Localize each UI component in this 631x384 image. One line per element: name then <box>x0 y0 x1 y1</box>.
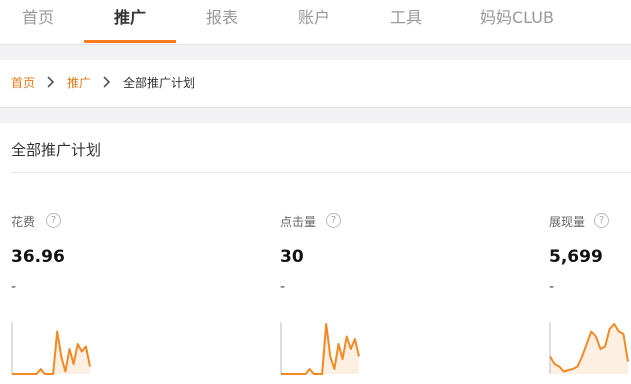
tab-mama-club[interactable]: 妈妈CLUB <box>472 0 562 44</box>
breadcrumb-home-link[interactable]: 首页 <box>11 75 35 91</box>
tab-promotion[interactable]: 推广 <box>84 0 176 44</box>
chevron-right-icon <box>47 76 54 88</box>
tab-reports[interactable]: 报表 <box>194 0 250 44</box>
breadcrumb-promotion-link[interactable]: 推广 <box>67 75 91 91</box>
metric-label: 展现量 <box>549 215 586 229</box>
divider <box>11 172 631 173</box>
chevron-right-icon <box>103 76 110 88</box>
tab-home[interactable]: 首页 <box>10 0 66 44</box>
breadcrumb-current: 全部推广计划 <box>123 76 196 90</box>
help-icon[interactable]: ? <box>326 213 341 228</box>
help-icon[interactable]: ? <box>46 213 61 228</box>
metric-value: 30 <box>280 247 304 267</box>
metric-delta: - <box>549 279 555 295</box>
metric-value: 36.96 <box>11 247 65 267</box>
sparkline-area <box>550 324 628 374</box>
tab-account[interactable]: 账户 <box>286 0 342 44</box>
metric-label: 花费 <box>11 215 36 229</box>
breadcrumb: 首页 推广 全部推广计划 <box>0 60 631 108</box>
sparkline-clicks <box>280 322 360 375</box>
page-title: 全部推广计划 <box>11 141 102 159</box>
tab-tools[interactable]: 工具 <box>378 0 434 44</box>
help-icon[interactable]: ? <box>594 213 609 228</box>
active-tab-indicator <box>84 40 176 43</box>
metric-label: 点击量 <box>280 215 317 229</box>
sparkline-area <box>281 324 359 374</box>
sparkline-impressions <box>549 322 629 374</box>
sparkline-cost <box>11 322 91 375</box>
sparkline-area <box>12 331 90 374</box>
top-nav: 首页 推广 报表 账户 工具 妈妈CLUB <box>0 0 631 45</box>
main-panel: 全部推广计划 花费 ? 36.96 - 点击量 ? 30 - 展现量 ? 5,6… <box>0 123 631 384</box>
metric-delta: - <box>11 279 17 295</box>
metric-value: 5,699 <box>549 247 603 267</box>
metric-delta: - <box>280 279 286 295</box>
